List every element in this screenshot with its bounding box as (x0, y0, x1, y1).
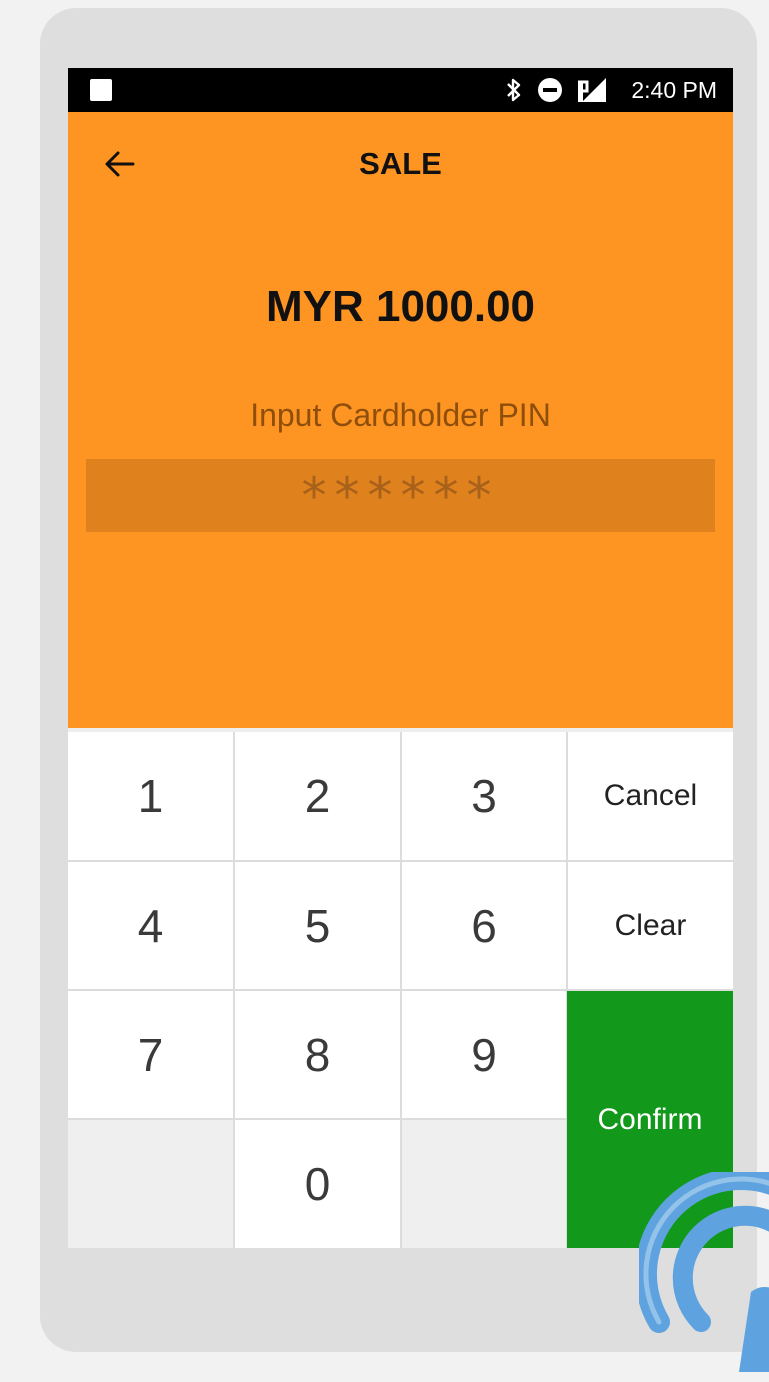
keypad-blank-right (402, 1120, 566, 1248)
key-0[interactable]: 0 (235, 1120, 400, 1248)
status-icons: 2:40 PM (505, 68, 717, 112)
key-3[interactable]: 3 (402, 732, 566, 860)
key-2[interactable]: 2 (235, 732, 400, 860)
app-area: SALE MYR 1000.00 Input Cardholder PIN (68, 112, 733, 728)
no-sim-signal-icon (577, 77, 607, 103)
back-arrow-icon[interactable] (104, 148, 136, 180)
key-7[interactable]: 7 (68, 991, 233, 1118)
key-1[interactable]: 1 (68, 732, 233, 860)
cancel-button[interactable]: Cancel (568, 732, 733, 860)
keypad: 1 2 3 Cancel 4 5 6 Clear 7 8 9 Confirm 0 (68, 732, 733, 1248)
key-6[interactable]: 6 (402, 862, 566, 989)
pin-label: Input Cardholder PIN (68, 397, 733, 434)
status-time: 2:40 PM (631, 77, 717, 104)
bluetooth-icon (505, 77, 523, 103)
keypad-blank-left (68, 1120, 233, 1248)
nfc-contactless-icon (639, 1172, 769, 1382)
notification-square-icon (90, 79, 112, 101)
page-title: SALE (68, 146, 733, 182)
key-8[interactable]: 8 (235, 991, 400, 1118)
do-not-disturb-icon (537, 77, 563, 103)
transaction-amount: MYR 1000.00 (68, 282, 733, 332)
pin-input[interactable] (86, 459, 715, 532)
screen: 2:40 PM SALE MYR 1000.00 Input Cardholde… (68, 68, 733, 1248)
clear-button[interactable]: Clear (568, 862, 733, 989)
key-5[interactable]: 5 (235, 862, 400, 989)
status-bar: 2:40 PM (68, 68, 733, 112)
key-4[interactable]: 4 (68, 862, 233, 989)
device-frame: 2:40 PM SALE MYR 1000.00 Input Cardholde… (40, 8, 757, 1352)
key-9[interactable]: 9 (402, 991, 566, 1118)
